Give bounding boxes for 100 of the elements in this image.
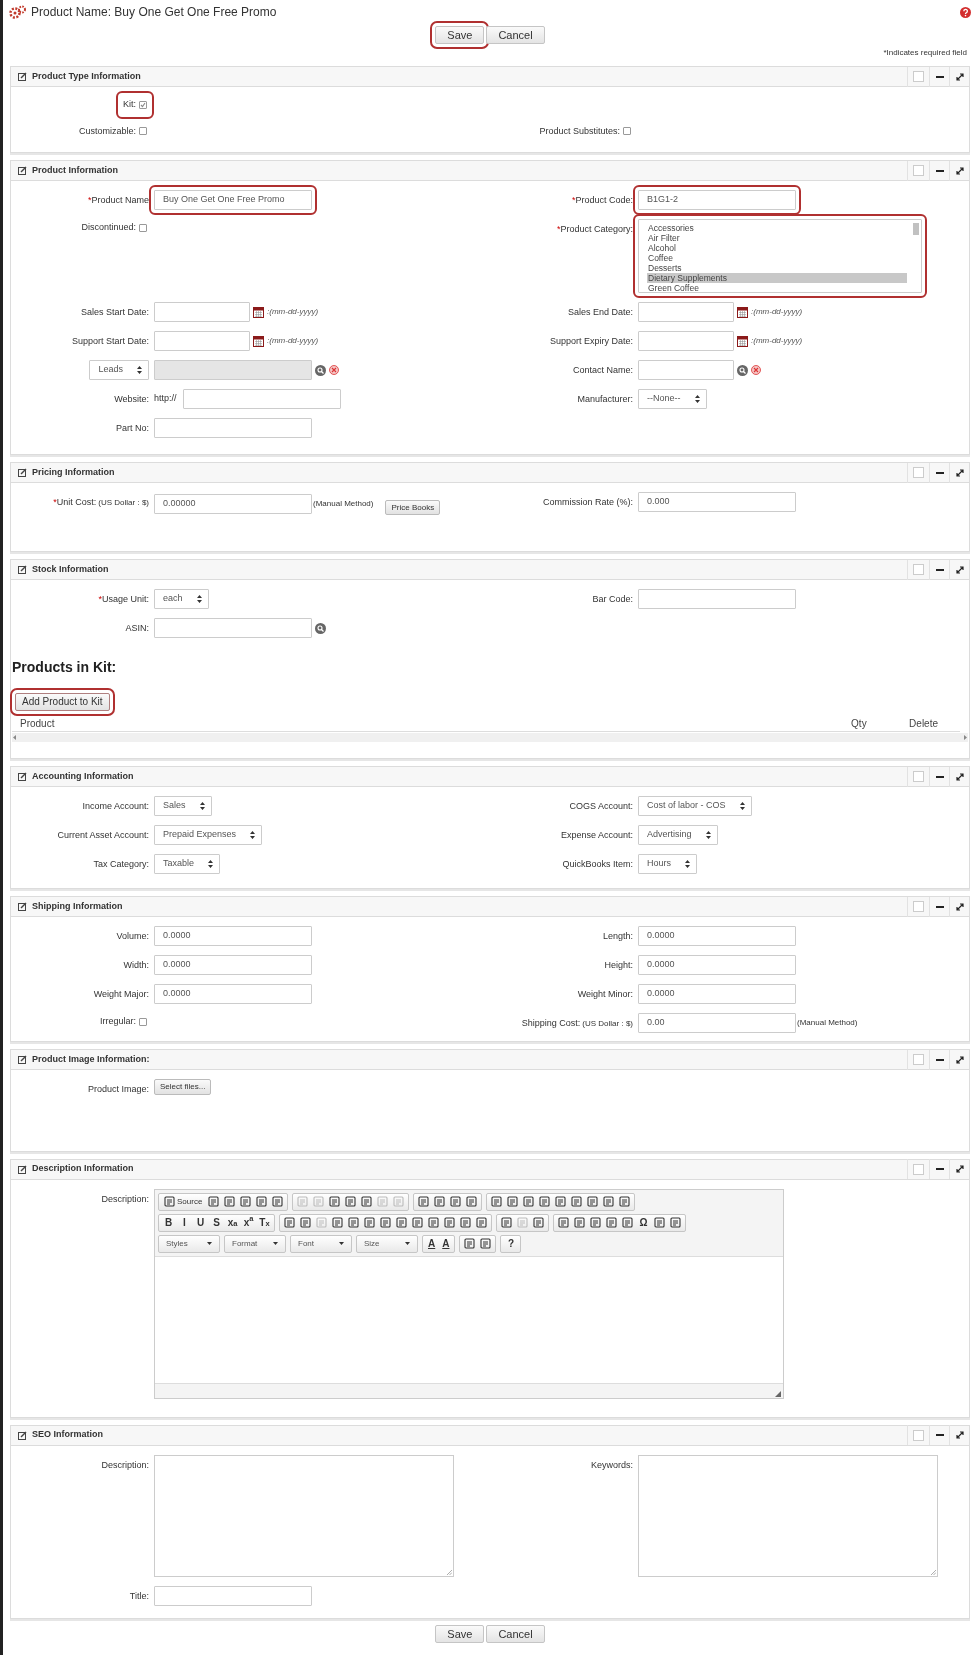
field-label: Support Expiry Date: bbox=[548, 335, 633, 348]
input-field[interactable]: 0.0000 bbox=[154, 926, 312, 946]
list-option[interactable]: Coffee bbox=[647, 253, 907, 263]
input-field[interactable]: 0.00000 bbox=[154, 493, 312, 514]
minimize-icon bbox=[935, 1168, 944, 1170]
list-option[interactable]: Air Filter bbox=[647, 233, 907, 243]
list-option[interactable]: Accessories bbox=[647, 223, 907, 233]
section-title: Pricing Information bbox=[32, 465, 116, 479]
input-field[interactable] bbox=[154, 1585, 312, 1606]
input-field[interactable] bbox=[182, 389, 341, 409]
updown-icon bbox=[694, 395, 700, 403]
square-icon bbox=[913, 564, 924, 575]
select-field[interactable]: Advertising bbox=[638, 825, 718, 845]
section-title: Product Type Information bbox=[32, 69, 142, 83]
format-dropdown[interactable]: Font bbox=[293, 1235, 349, 1252]
field-label: Income Account: bbox=[81, 800, 149, 813]
source-button[interactable]: Source bbox=[161, 1193, 206, 1210]
edit-icon bbox=[18, 72, 27, 81]
field-label: Current Asset Account: bbox=[56, 829, 149, 842]
select-field[interactable]: --None-- bbox=[638, 389, 707, 409]
resize-grip-icon bbox=[931, 1569, 936, 1575]
select-field[interactable]: Sales bbox=[154, 796, 212, 816]
select-field[interactable]: Prepaid Expenses bbox=[154, 825, 263, 845]
toolbar-button[interactable]: x$_{a}$ bbox=[225, 1214, 240, 1231]
field-label: Tax Category: bbox=[92, 858, 149, 871]
input-field[interactable] bbox=[154, 302, 250, 322]
select-field[interactable]: Hours bbox=[638, 854, 697, 874]
input-field[interactable]: 0.0000 bbox=[638, 984, 796, 1004]
list-option[interactable]: Green Coffee bbox=[647, 283, 907, 293]
input-field[interactable] bbox=[154, 618, 312, 638]
expand-icon bbox=[955, 72, 964, 81]
price-books-button[interactable]: Price Books bbox=[385, 500, 441, 515]
input-field[interactable] bbox=[638, 360, 734, 380]
expand-icon bbox=[955, 1165, 964, 1173]
horizontal-scrollbar[interactable] bbox=[12, 733, 968, 742]
updown-icon bbox=[739, 802, 745, 810]
checkbox[interactable] bbox=[139, 100, 147, 109]
toolbar-button[interactable]: ? bbox=[503, 1235, 519, 1252]
field-label: Weight Minor: bbox=[576, 988, 633, 1001]
form-button[interactable]: Cancel bbox=[486, 26, 545, 44]
checkbox[interactable] bbox=[139, 127, 147, 136]
search-icon bbox=[315, 364, 326, 376]
format-dropdown[interactable]: Size bbox=[359, 1235, 415, 1252]
section-title: Product Information bbox=[32, 163, 119, 177]
minimize-icon bbox=[935, 1058, 944, 1061]
form-button[interactable]: Save bbox=[435, 1624, 485, 1643]
rich-text-editor[interactable]: Source B I U S x$_{a}$ x$^{a}$ T$_{x}$ Ω Styles Format Font Size A A ? bbox=[154, 1188, 784, 1399]
input-field[interactable]: 0.0000 bbox=[154, 984, 312, 1004]
square-icon bbox=[913, 165, 924, 176]
field-label: Description: bbox=[100, 1458, 149, 1472]
select-field[interactable]: Taxable bbox=[154, 854, 221, 874]
caret-icon bbox=[405, 1242, 410, 1245]
input-field[interactable] bbox=[154, 418, 312, 438]
scrollbar-thumb[interactable] bbox=[913, 223, 919, 235]
toolbar-button[interactable]: Ω bbox=[636, 1214, 651, 1231]
input-field[interactable]: 0.00 bbox=[638, 1013, 796, 1033]
calendar-icon bbox=[737, 335, 748, 347]
input-field[interactable] bbox=[638, 302, 734, 322]
color-button[interactable]: A bbox=[439, 1235, 453, 1252]
select-field[interactable]: each bbox=[154, 589, 209, 609]
field-label: *Product Name bbox=[86, 194, 149, 207]
input-field[interactable]: 0.0000 bbox=[638, 926, 796, 946]
list-option[interactable]: Alcohol bbox=[647, 243, 907, 253]
field-label: Product Image: bbox=[86, 1083, 149, 1096]
list-option[interactable]: Dietary Supplements bbox=[647, 273, 907, 283]
checkbox[interactable] bbox=[623, 127, 631, 136]
checkbox[interactable] bbox=[139, 223, 147, 232]
edit-icon bbox=[18, 902, 27, 911]
toolbar-button[interactable]: S bbox=[209, 1214, 224, 1231]
input-field[interactable] bbox=[154, 331, 250, 351]
input-field[interactable] bbox=[638, 589, 796, 609]
select-field[interactable]: Cost of labor - COS bbox=[638, 796, 752, 816]
field-label: Part No: bbox=[115, 422, 149, 435]
format-dropdown[interactable]: Format bbox=[227, 1235, 283, 1252]
toolbar-button[interactable]: I bbox=[177, 1214, 192, 1231]
toolbar-button[interactable]: U bbox=[193, 1214, 208, 1231]
input-field[interactable]: 0.0000 bbox=[154, 955, 312, 975]
toolbar-button[interactable]: T$_{x}$ bbox=[257, 1214, 272, 1231]
field-label: Height: bbox=[603, 959, 633, 972]
square-icon bbox=[913, 771, 924, 782]
color-button[interactable]: A bbox=[425, 1235, 439, 1252]
section-title: Description Information bbox=[32, 1162, 135, 1176]
edit-icon bbox=[18, 772, 27, 781]
section-title: Product Image Information: bbox=[32, 1052, 151, 1066]
form-button[interactable]: Cancel bbox=[486, 1624, 545, 1643]
checkbox[interactable] bbox=[139, 1017, 147, 1026]
section-title: Shipping Information bbox=[32, 899, 124, 913]
input-field[interactable] bbox=[638, 331, 734, 351]
list-option[interactable]: Desserts bbox=[647, 263, 907, 273]
toolbar-button[interactable]: x$^{a}$ bbox=[241, 1214, 256, 1231]
toolbar-button[interactable]: B bbox=[161, 1214, 176, 1231]
updown-icon bbox=[685, 860, 690, 868]
select-files-button[interactable]: Select files... bbox=[154, 1079, 212, 1095]
updown-icon bbox=[137, 366, 142, 374]
input-field[interactable]: 0.0000 bbox=[638, 955, 796, 975]
input-field[interactable]: 0.000 bbox=[638, 492, 796, 512]
format-dropdown[interactable]: Styles bbox=[161, 1235, 217, 1252]
field-label: Weight Major: bbox=[92, 988, 149, 1001]
field-label: Keywords: bbox=[589, 1458, 633, 1472]
date-format-hint: :(mm-dd-yyyy) bbox=[751, 306, 803, 318]
